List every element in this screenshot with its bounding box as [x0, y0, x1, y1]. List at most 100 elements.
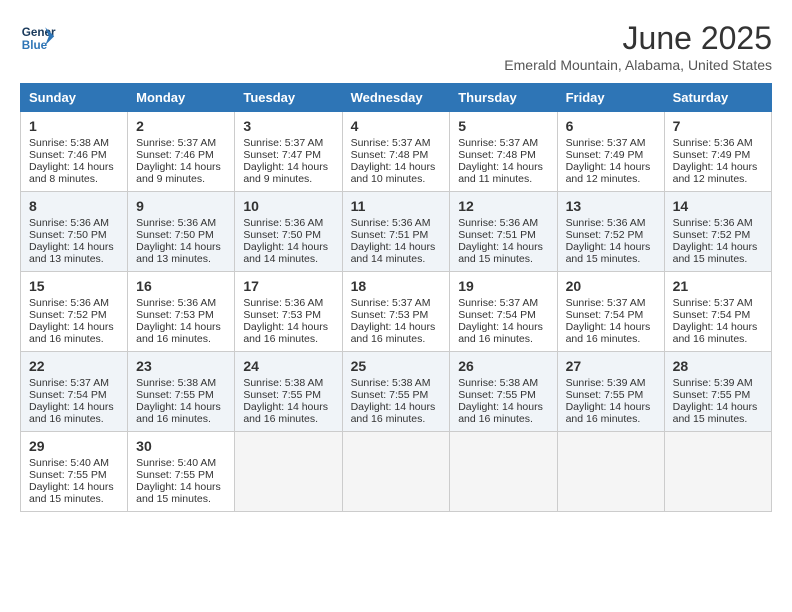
day-number: 18	[351, 278, 442, 294]
sunrise-label: Sunrise: 5:36 AM	[29, 217, 109, 229]
daylight-label: Daylight: 14 hours and 12 minutes.	[673, 161, 758, 185]
calendar-cell: 1 Sunrise: 5:38 AM Sunset: 7:46 PM Dayli…	[21, 112, 128, 192]
daylight-label: Daylight: 14 hours and 10 minutes.	[351, 161, 436, 185]
sunrise-label: Sunrise: 5:36 AM	[243, 297, 323, 309]
daylight-label: Daylight: 14 hours and 15 minutes.	[458, 241, 543, 265]
calendar-cell: 26 Sunrise: 5:38 AM Sunset: 7:55 PM Dayl…	[450, 352, 557, 432]
sunset-label: Sunset: 7:47 PM	[243, 149, 321, 161]
daylight-label: Daylight: 14 hours and 11 minutes.	[458, 161, 543, 185]
sunset-label: Sunset: 7:52 PM	[566, 229, 644, 241]
calendar-cell: 20 Sunrise: 5:37 AM Sunset: 7:54 PM Dayl…	[557, 272, 664, 352]
sunset-label: Sunset: 7:53 PM	[136, 309, 214, 321]
day-number: 29	[29, 438, 119, 454]
calendar-cell: 10 Sunrise: 5:36 AM Sunset: 7:50 PM Dayl…	[235, 192, 342, 272]
sunrise-label: Sunrise: 5:37 AM	[243, 137, 323, 149]
sunset-label: Sunset: 7:55 PM	[136, 389, 214, 401]
header-wednesday: Wednesday	[342, 84, 450, 112]
sunrise-label: Sunrise: 5:39 AM	[566, 377, 646, 389]
day-number: 14	[673, 198, 763, 214]
day-number: 3	[243, 118, 333, 134]
title-area: June 2025 Emerald Mountain, Alabama, Uni…	[504, 20, 772, 73]
calendar-cell: 22 Sunrise: 5:37 AM Sunset: 7:54 PM Dayl…	[21, 352, 128, 432]
sunset-label: Sunset: 7:55 PM	[29, 469, 107, 481]
daylight-label: Daylight: 14 hours and 16 minutes.	[243, 401, 328, 425]
sunset-label: Sunset: 7:55 PM	[351, 389, 429, 401]
sunrise-label: Sunrise: 5:37 AM	[673, 297, 753, 309]
calendar-cell: 13 Sunrise: 5:36 AM Sunset: 7:52 PM Dayl…	[557, 192, 664, 272]
sunset-label: Sunset: 7:49 PM	[566, 149, 644, 161]
daylight-label: Daylight: 14 hours and 16 minutes.	[136, 401, 221, 425]
day-number: 19	[458, 278, 548, 294]
calendar-week-4: 22 Sunrise: 5:37 AM Sunset: 7:54 PM Dayl…	[21, 352, 772, 432]
calendar-cell: 3 Sunrise: 5:37 AM Sunset: 7:47 PM Dayli…	[235, 112, 342, 192]
header-sunday: Sunday	[21, 84, 128, 112]
sunrise-label: Sunrise: 5:37 AM	[351, 137, 431, 149]
day-number: 28	[673, 358, 763, 374]
day-number: 27	[566, 358, 656, 374]
calendar-cell: 23 Sunrise: 5:38 AM Sunset: 7:55 PM Dayl…	[128, 352, 235, 432]
sunrise-label: Sunrise: 5:36 AM	[673, 217, 753, 229]
calendar-cell: 14 Sunrise: 5:36 AM Sunset: 7:52 PM Dayl…	[664, 192, 771, 272]
daylight-label: Daylight: 14 hours and 16 minutes.	[136, 321, 221, 345]
sunset-label: Sunset: 7:52 PM	[29, 309, 107, 321]
calendar-cell: 25 Sunrise: 5:38 AM Sunset: 7:55 PM Dayl…	[342, 352, 450, 432]
sunset-label: Sunset: 7:55 PM	[673, 389, 751, 401]
calendar-cell: 11 Sunrise: 5:36 AM Sunset: 7:51 PM Dayl…	[342, 192, 450, 272]
daylight-label: Daylight: 14 hours and 16 minutes.	[351, 321, 436, 345]
calendar-cell	[342, 432, 450, 512]
sunset-label: Sunset: 7:53 PM	[243, 309, 321, 321]
sunrise-label: Sunrise: 5:37 AM	[458, 137, 538, 149]
sunset-label: Sunset: 7:55 PM	[458, 389, 536, 401]
sunrise-label: Sunrise: 5:37 AM	[29, 377, 109, 389]
day-number: 9	[136, 198, 226, 214]
calendar-cell: 27 Sunrise: 5:39 AM Sunset: 7:55 PM Dayl…	[557, 352, 664, 432]
daylight-label: Daylight: 14 hours and 16 minutes.	[566, 321, 651, 345]
day-number: 8	[29, 198, 119, 214]
header-saturday: Saturday	[664, 84, 771, 112]
daylight-label: Daylight: 14 hours and 16 minutes.	[673, 321, 758, 345]
day-number: 26	[458, 358, 548, 374]
daylight-label: Daylight: 14 hours and 15 minutes.	[673, 241, 758, 265]
sunset-label: Sunset: 7:48 PM	[458, 149, 536, 161]
sunrise-label: Sunrise: 5:36 AM	[29, 297, 109, 309]
day-number: 17	[243, 278, 333, 294]
day-number: 25	[351, 358, 442, 374]
sunset-label: Sunset: 7:50 PM	[243, 229, 321, 241]
sunset-label: Sunset: 7:55 PM	[136, 469, 214, 481]
daylight-label: Daylight: 14 hours and 9 minutes.	[136, 161, 221, 185]
calendar-table: Sunday Monday Tuesday Wednesday Thursday…	[20, 83, 772, 512]
daylight-label: Daylight: 14 hours and 16 minutes.	[29, 321, 114, 345]
sunrise-label: Sunrise: 5:36 AM	[458, 217, 538, 229]
sunrise-label: Sunrise: 5:36 AM	[136, 297, 216, 309]
header-monday: Monday	[128, 84, 235, 112]
sunset-label: Sunset: 7:54 PM	[673, 309, 751, 321]
sunrise-label: Sunrise: 5:38 AM	[243, 377, 323, 389]
sunrise-label: Sunrise: 5:37 AM	[136, 137, 216, 149]
daylight-label: Daylight: 14 hours and 15 minutes.	[673, 401, 758, 425]
sunrise-label: Sunrise: 5:36 AM	[243, 217, 323, 229]
header-friday: Friday	[557, 84, 664, 112]
header-thursday: Thursday	[450, 84, 557, 112]
day-number: 10	[243, 198, 333, 214]
daylight-label: Daylight: 14 hours and 16 minutes.	[566, 401, 651, 425]
daylight-label: Daylight: 14 hours and 16 minutes.	[458, 401, 543, 425]
daylight-label: Daylight: 14 hours and 16 minutes.	[458, 321, 543, 345]
day-number: 2	[136, 118, 226, 134]
calendar-cell	[557, 432, 664, 512]
daylight-label: Daylight: 14 hours and 14 minutes.	[351, 241, 436, 265]
daylight-label: Daylight: 14 hours and 13 minutes.	[29, 241, 114, 265]
sunset-label: Sunset: 7:55 PM	[243, 389, 321, 401]
sunset-label: Sunset: 7:48 PM	[351, 149, 429, 161]
calendar-cell: 29 Sunrise: 5:40 AM Sunset: 7:55 PM Dayl…	[21, 432, 128, 512]
daylight-label: Daylight: 14 hours and 14 minutes.	[243, 241, 328, 265]
day-number: 22	[29, 358, 119, 374]
sunrise-label: Sunrise: 5:36 AM	[351, 217, 431, 229]
sunrise-label: Sunrise: 5:39 AM	[673, 377, 753, 389]
day-number: 15	[29, 278, 119, 294]
day-number: 21	[673, 278, 763, 294]
daylight-label: Daylight: 14 hours and 16 minutes.	[243, 321, 328, 345]
calendar-cell: 28 Sunrise: 5:39 AM Sunset: 7:55 PM Dayl…	[664, 352, 771, 432]
calendar-cell	[235, 432, 342, 512]
daylight-label: Daylight: 14 hours and 8 minutes.	[29, 161, 114, 185]
calendar-cell	[450, 432, 557, 512]
